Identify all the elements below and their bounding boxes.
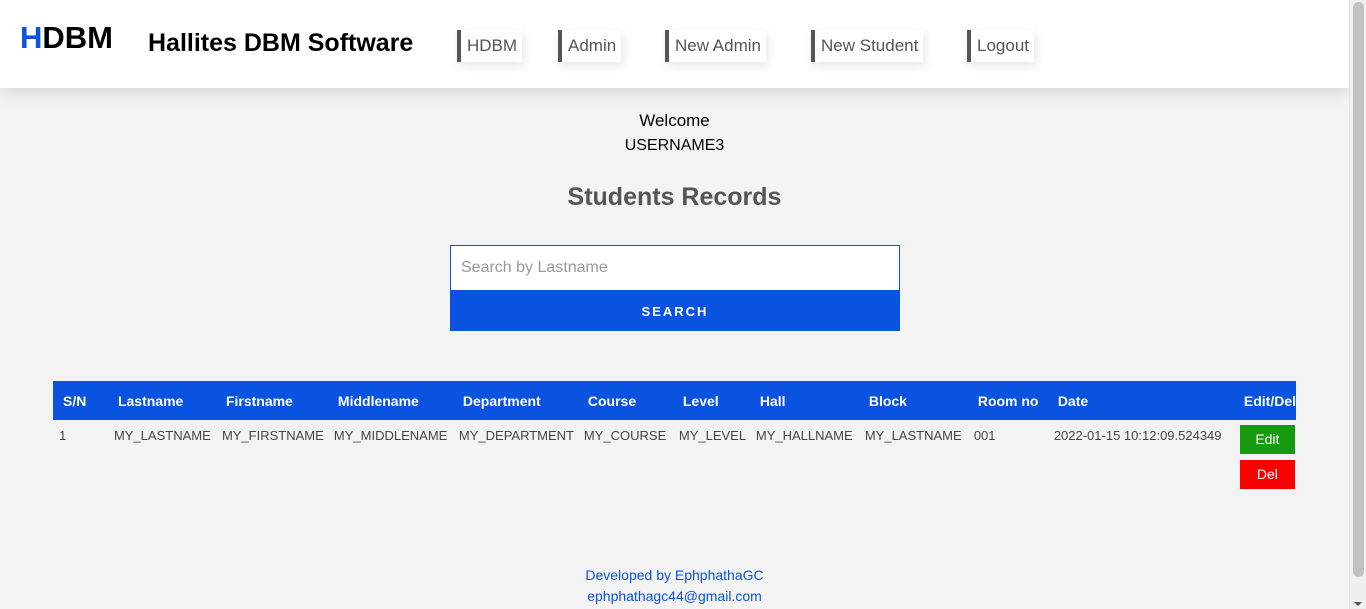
col-level: Level — [672, 381, 750, 420]
cell-actions: Edit Del — [1234, 420, 1296, 489]
col-course: Course — [577, 381, 673, 420]
cell-hall: MY_HALLNAME — [755, 428, 853, 443]
nav-hdbm[interactable]: HDBM — [457, 30, 523, 62]
logo[interactable]: HDBM — [20, 20, 113, 56]
col-date: Date — [1047, 381, 1234, 420]
top-header: HDBM Hallites DBM Software HDBM Admin Ne… — [0, 0, 1349, 88]
col-edit-del: Edit/Del — [1233, 381, 1296, 420]
scroll-down-arrow-icon[interactable] — [1354, 602, 1362, 606]
page-title: Students Records — [567, 183, 782, 211]
edit-button[interactable]: Edit — [1239, 425, 1295, 454]
cell-date: 2022-01-15 10:12:09.524349 — [1053, 428, 1222, 443]
cell-firstname: MY_FIRSTNAME — [221, 428, 324, 443]
cell-block: MY_LASTNAME — [864, 428, 962, 443]
brand-title: Hallites DBM Software — [148, 29, 414, 57]
username-text: USERNAME3 — [624, 137, 725, 154]
nav-admin[interactable]: Admin — [558, 30, 622, 62]
nav-logout[interactable]: Logout — [967, 30, 1034, 62]
search-input[interactable] — [450, 245, 900, 291]
cell-lastname: MY_LASTNAME — [113, 428, 211, 443]
col-lastname: Lastname — [107, 381, 216, 420]
vertical-scrollbar[interactable] — [1349, 0, 1366, 609]
col-sn: S/N — [53, 381, 108, 420]
table-row: 1 MY_LASTNAME MY_FIRSTNAME MY_MIDDLENAME… — [53, 420, 1296, 489]
cell-level: MY_LEVEL — [678, 428, 747, 443]
cell-middlename: MY_MIDDLENAME — [333, 428, 448, 443]
table-header-row: S/N Lastname Firstname Middlename Depart… — [53, 381, 1296, 420]
cell-department: MY_DEPARTMENT — [458, 428, 574, 443]
col-hall: Hall — [749, 381, 859, 420]
nav-new-admin[interactable]: New Admin — [665, 30, 766, 62]
cell-room: 001 — [973, 428, 996, 443]
search-button[interactable]: SEARCH — [450, 291, 900, 331]
delete-button[interactable]: Del — [1239, 460, 1295, 489]
logo-rest: DBM — [42, 20, 113, 55]
col-middlename: Middlename — [327, 381, 453, 420]
cell-course: MY_COURSE — [583, 428, 667, 443]
scrollbar-thumb[interactable] — [1353, 2, 1364, 577]
col-firstname: Firstname — [215, 381, 328, 420]
footer-email[interactable]: ephphathagc44@gmail.com — [0, 588, 1349, 604]
search-form: SEARCH — [450, 245, 900, 331]
col-department: Department — [452, 381, 578, 420]
col-block: Block — [858, 381, 968, 420]
nav-new-student[interactable]: New Student — [811, 30, 924, 62]
col-room: Room no — [967, 381, 1048, 420]
footer-credit: Developed by EphphathaGC — [585, 567, 764, 583]
welcome-text: Welcome — [639, 111, 710, 130]
students-table: S/N Lastname Firstname Middlename Depart… — [53, 381, 1296, 489]
logo-initial: H — [20, 20, 43, 55]
cell-sn: 1 — [59, 428, 67, 443]
